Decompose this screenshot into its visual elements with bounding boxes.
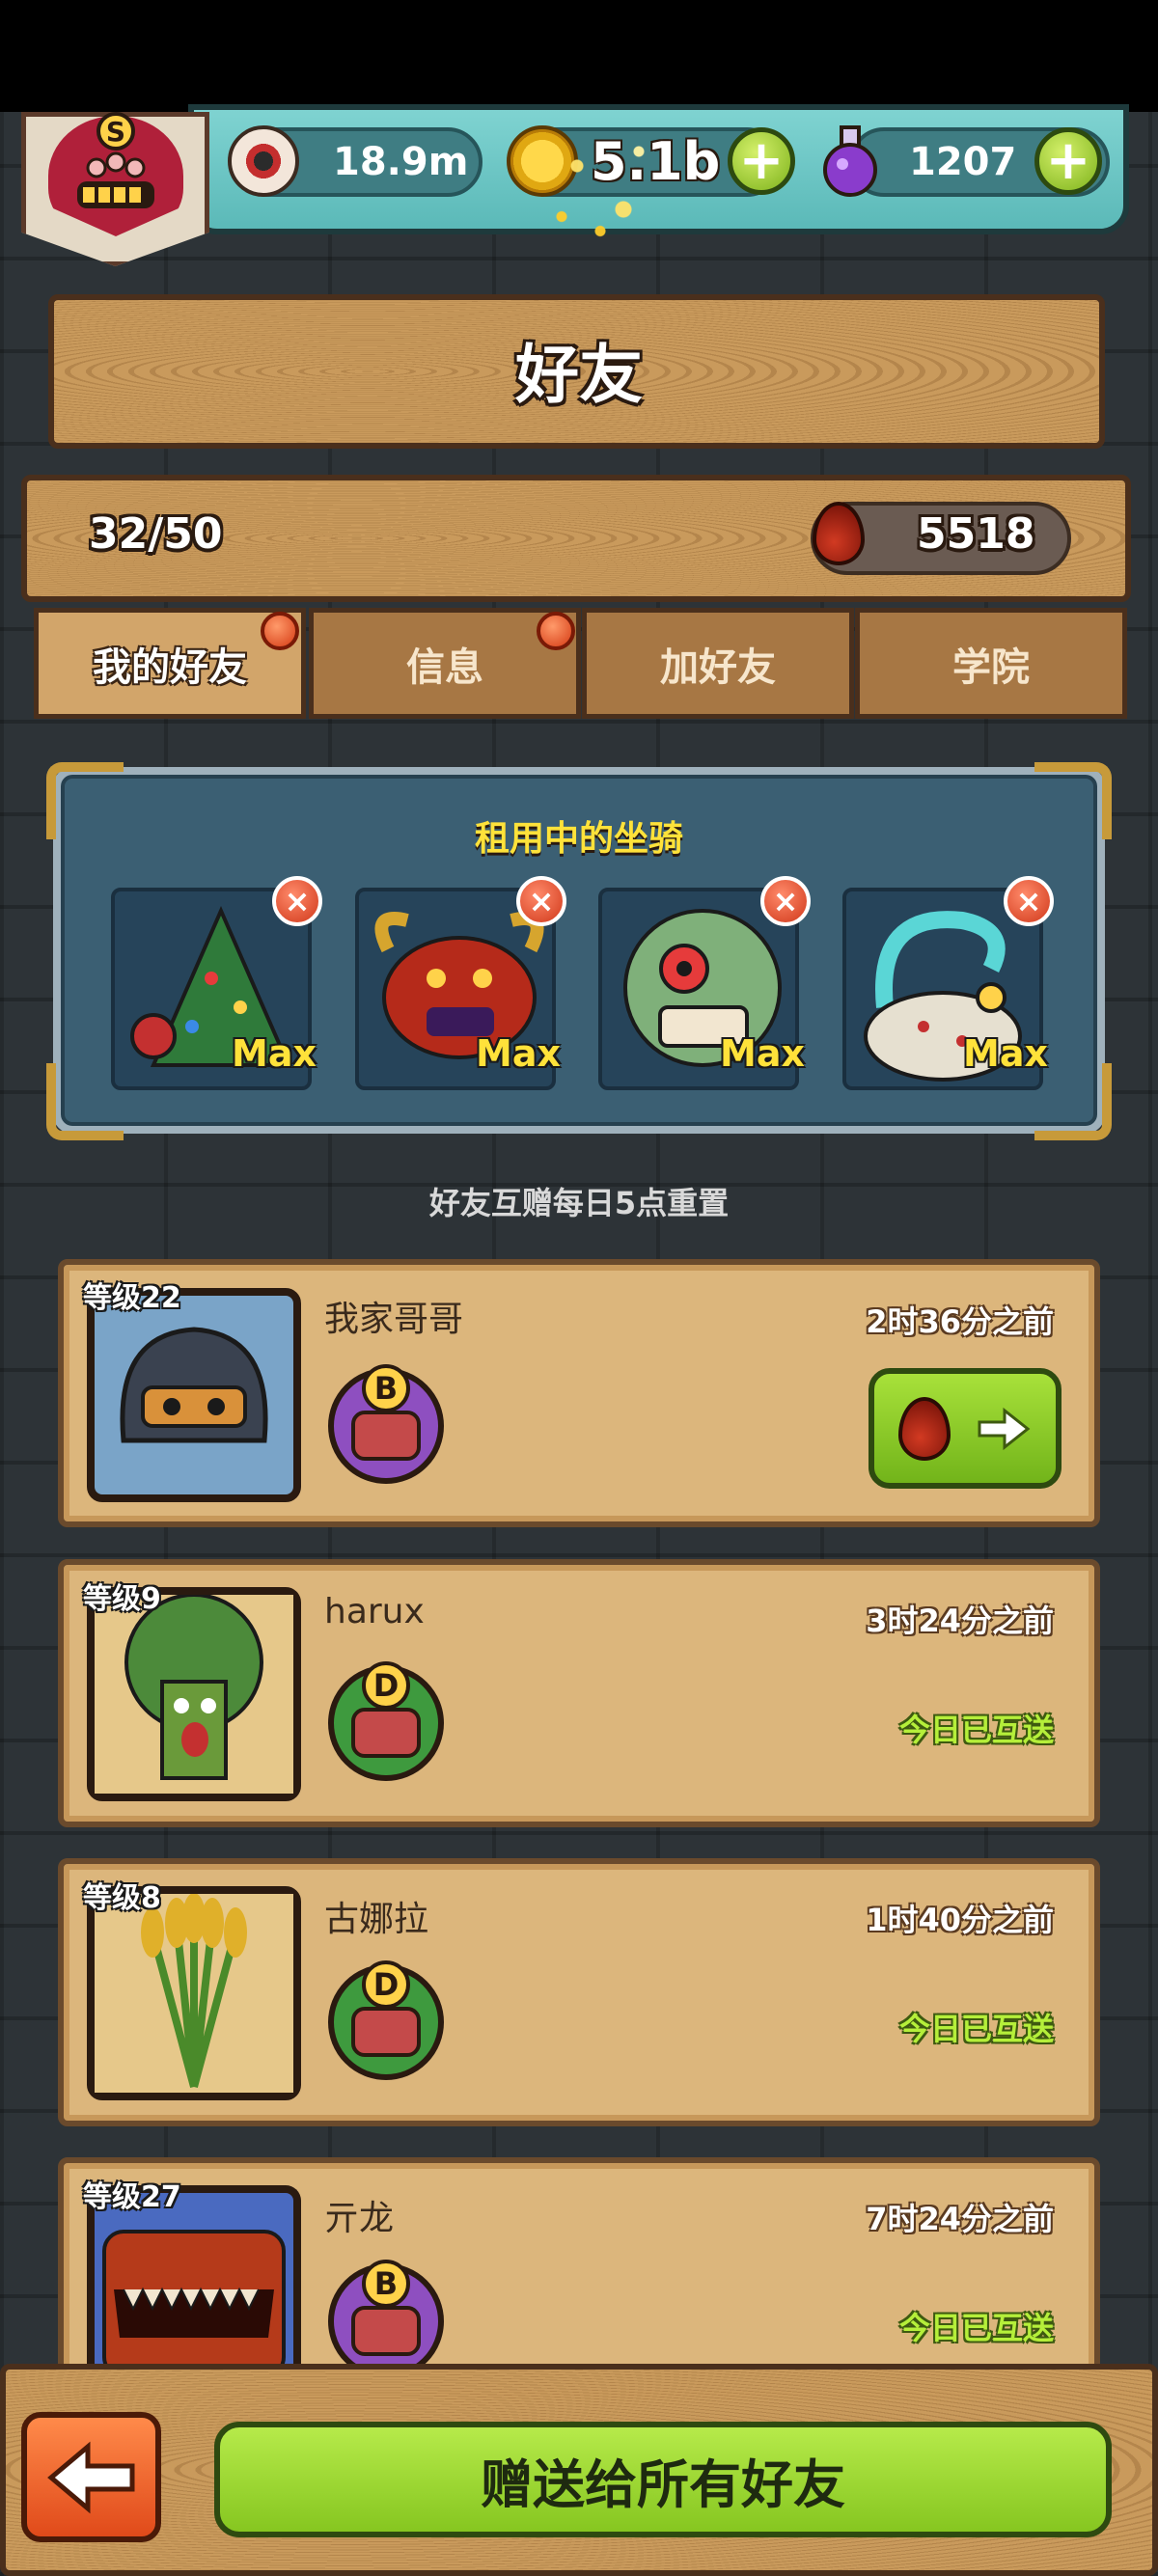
friend-name: 亓龙 (324, 2199, 395, 2238)
blood-drops-count: 5518 (917, 509, 1035, 559)
rank-face-icon (351, 2306, 421, 2356)
give-all-friends-button[interactable]: 赠送给所有好友 (214, 2422, 1112, 2537)
rank-face-icon (351, 1411, 421, 1461)
arrow-left-icon (46, 2441, 134, 2513)
notification-dot (261, 612, 299, 650)
friend-level: 等级27 (83, 2180, 181, 2214)
tree-monster-icon (95, 1593, 293, 1794)
notification-dot (537, 612, 575, 650)
coins-count: 5.1b (591, 131, 721, 192)
friend-level: 等级9 (83, 1582, 161, 1616)
friend-avatar[interactable] (87, 1288, 301, 1502)
reset-note: 好友互赠每日5点重置 (428, 1185, 730, 1221)
blood-drop-icon (897, 1396, 951, 1461)
mount-level: Max (963, 1032, 1048, 1075)
remove-mount-button[interactable]: × (516, 876, 566, 926)
friend-name: 古娜拉 (324, 1900, 429, 1939)
friend-level: 等级22 (83, 1281, 181, 1315)
toothy-demon-icon (102, 2230, 286, 2378)
remove-mount-button[interactable]: × (1004, 876, 1054, 926)
mount-level: Max (232, 1032, 317, 1075)
tab-add-friend[interactable]: 加好友 (582, 608, 854, 719)
eyes-count: 18.9m (333, 140, 469, 184)
last-active-time: 3时24分之前 (866, 1603, 1054, 1639)
gift-status: 今日已互送 (898, 2310, 1054, 2346)
player-monster-icon: S (77, 112, 154, 208)
wheat-monster-icon (95, 1893, 293, 2093)
eyeball-icon (228, 125, 299, 197)
rank-badge: B (328, 2260, 444, 2379)
potion-icon (823, 125, 877, 197)
helmet-monster-icon (120, 1327, 268, 1443)
mounts-title: 租用中的坐骑 (474, 819, 683, 859)
add-coins-button[interactable]: + (728, 127, 795, 195)
rank-face-icon (351, 1708, 421, 1758)
gift-status: 今日已互送 (898, 2011, 1054, 2047)
gift-status: 今日已互送 (898, 1712, 1054, 1748)
potions-count: 1207 (909, 140, 1017, 184)
panel-corner (1034, 1063, 1112, 1140)
rank-badge: D (328, 1661, 444, 1781)
friend-level: 等级8 (83, 1881, 161, 1915)
friend-count: 32/50 (89, 509, 223, 559)
tab-label: 加好友 (660, 644, 776, 690)
friend-avatar[interactable] (87, 1886, 301, 2100)
status-bar (0, 0, 1158, 112)
friend-name: harux (324, 1592, 425, 1631)
rank-letter: B (362, 2260, 410, 2308)
rank-badge: B (328, 1364, 444, 1484)
add-potions-button[interactable]: + (1034, 127, 1102, 195)
rank-letter: D (362, 1960, 410, 2009)
last-active-time: 2时36分之前 (866, 1303, 1054, 1340)
rank-letter: D (362, 1661, 410, 1710)
page-title: 好友 (515, 338, 643, 412)
rank-face-icon (351, 2007, 421, 2057)
rank-badge: D (328, 1960, 444, 2080)
back-button[interactable] (21, 2412, 161, 2542)
tab-label: 我的好友 (93, 644, 247, 690)
last-active-time: 7时24分之前 (866, 2201, 1054, 2237)
friend-name: 我家哥哥 (324, 1300, 464, 1339)
svg-text:S: S (106, 116, 125, 148)
tab-label: 信息 (406, 644, 483, 690)
rank-letter: B (362, 1364, 410, 1412)
send-gift-button[interactable] (868, 1368, 1062, 1489)
mount-level: Max (720, 1032, 805, 1075)
friend-avatar[interactable] (87, 1587, 301, 1801)
tab-academy[interactable]: 学院 (855, 608, 1127, 719)
arrow-right-icon (978, 1407, 1031, 1450)
mount-level: Max (476, 1032, 561, 1075)
remove-mount-button[interactable]: × (272, 876, 322, 926)
tab-label: 学院 (952, 644, 1030, 690)
last-active-time: 1时40分之前 (866, 1902, 1054, 1938)
remove-mount-button[interactable]: × (760, 876, 811, 926)
